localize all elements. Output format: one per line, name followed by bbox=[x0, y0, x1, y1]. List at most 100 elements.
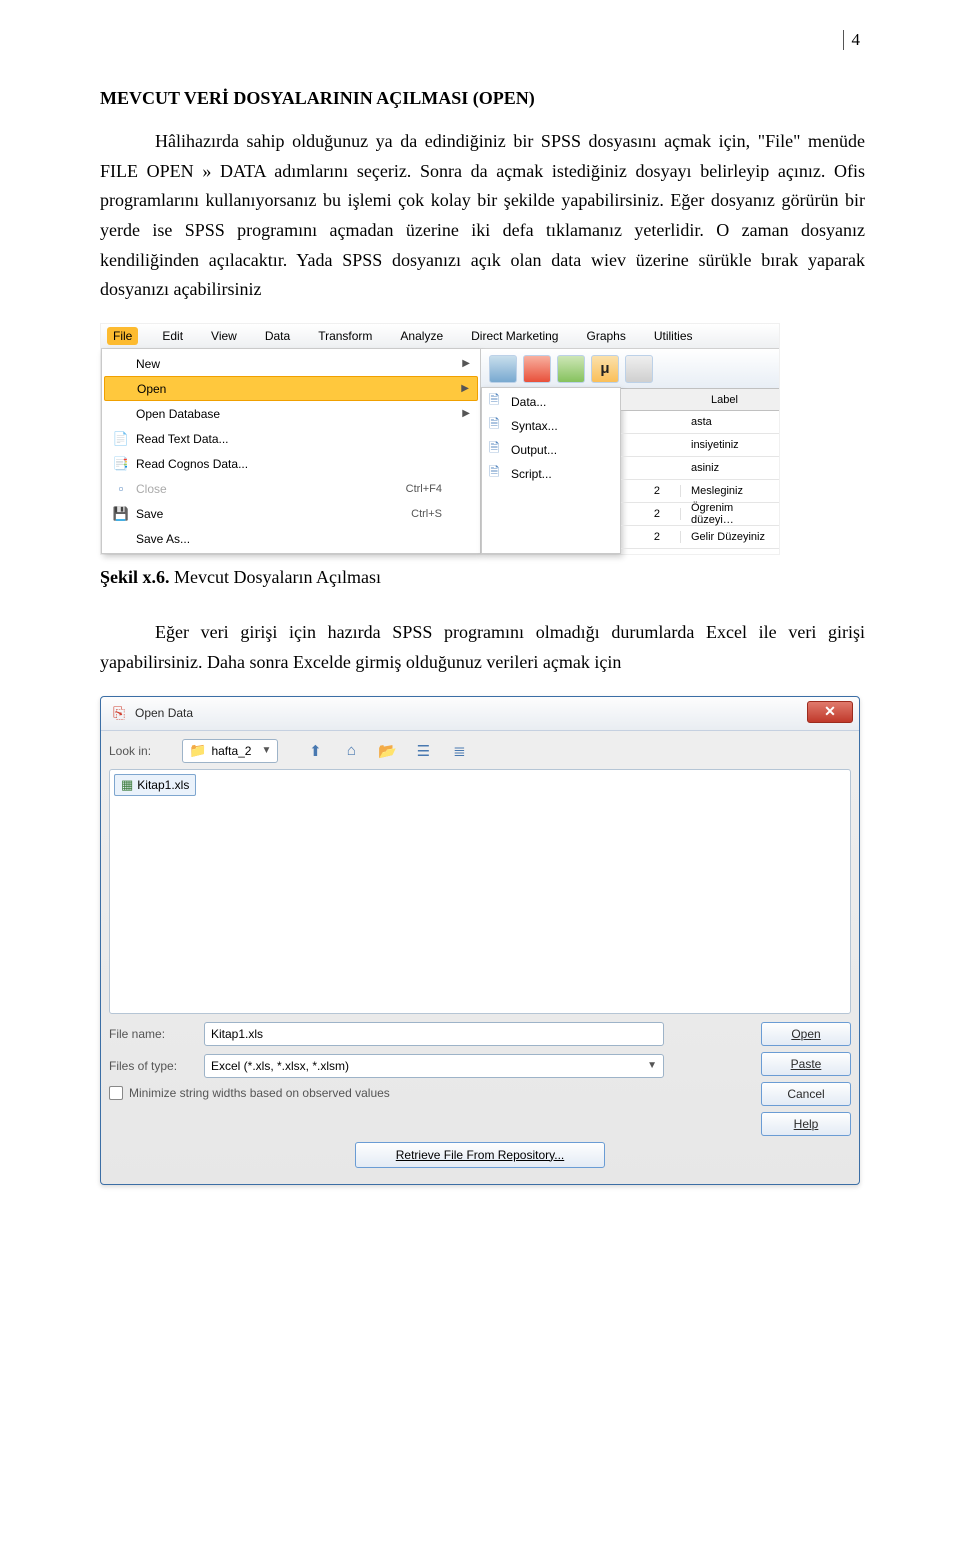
dialog-titlebar: ⎘ Open Data ✕ bbox=[101, 697, 859, 731]
menu-analyze[interactable]: Analyze bbox=[396, 327, 447, 345]
file-menu-open[interactable]: Open ▶ bbox=[104, 376, 478, 401]
figure-caption-lead: Şekil x.6. bbox=[100, 567, 170, 587]
home-icon[interactable]: ⌂ bbox=[340, 740, 362, 762]
file-item-label: Kitap1.xls bbox=[137, 778, 189, 792]
paragraph-2: Eğer veri girişi için hazırda SPSS progr… bbox=[100, 618, 865, 677]
filename-value: Kitap1.xls bbox=[211, 1027, 263, 1041]
arrow-right-icon: ▶ bbox=[462, 408, 470, 419]
up-folder-icon[interactable]: ⬆ bbox=[304, 740, 326, 762]
file-menu-saveas[interactable]: Save As... bbox=[104, 526, 478, 551]
filetype-label: Files of type: bbox=[109, 1059, 204, 1073]
file-icon: 🗎 bbox=[489, 415, 511, 437]
checkbox-icon[interactable] bbox=[109, 1086, 123, 1100]
file-icon: 🗎 bbox=[489, 391, 511, 413]
file-item-selected[interactable]: ▦ Kitap1.xls bbox=[114, 774, 196, 796]
new-folder-icon[interactable]: 📂 bbox=[376, 740, 398, 762]
file-menu-saveas-label: Save As... bbox=[132, 532, 472, 546]
file-menu-save-label: Save bbox=[132, 507, 411, 521]
file-menu-read-text[interactable]: 📄 Read Text Data... bbox=[104, 426, 478, 451]
filename-input[interactable]: Kitap1.xls bbox=[204, 1022, 664, 1046]
file-menu-readcognos-label: Read Cognos Data... bbox=[132, 457, 472, 471]
grid-row: 2Gelir Düzeyiniz bbox=[621, 526, 779, 549]
file-menu-open-database[interactable]: Open Database ▶ bbox=[104, 401, 478, 426]
grid-row: asta bbox=[621, 411, 779, 434]
retrieve-repo-button[interactable]: Retrieve File From Repository... bbox=[355, 1142, 605, 1168]
toolbar-open-icon[interactable] bbox=[489, 355, 517, 383]
cancel-button[interactable]: Cancel bbox=[761, 1082, 851, 1106]
spss-menu-screenshot: File Edit View Data Transform Analyze Di… bbox=[100, 323, 780, 555]
menu-view[interactable]: View bbox=[207, 327, 241, 345]
file-menu-close-shortcut: Ctrl+F4 bbox=[406, 483, 472, 495]
figure-caption: Şekil x.6. Mevcut Dosyaların Açılması bbox=[100, 567, 865, 588]
open-submenu-script[interactable]: 🗎 Script... bbox=[484, 462, 618, 486]
figure-caption-text: Mevcut Dosyaların Açılması bbox=[170, 567, 381, 587]
details-view-icon[interactable]: ≣ bbox=[448, 740, 470, 762]
open-submenu[interactable]: 🗎 Data... 🗎 Syntax... 🗎 Output... � bbox=[481, 387, 621, 554]
open-data-dialog: ⎘ Open Data ✕ Look in: 📁 hafta_2 ▼ ⬆ ⌂ 📂… bbox=[100, 696, 860, 1185]
open-submenu-syntax[interactable]: 🗎 Syntax... bbox=[484, 414, 618, 438]
open-submenu-script-label: Script... bbox=[511, 467, 552, 481]
file-menu-open-label: Open bbox=[133, 382, 471, 396]
grid-row: asiniz bbox=[621, 457, 779, 480]
close-button[interactable]: ✕ bbox=[807, 701, 853, 723]
paragraph-1: Hâlihazırda sahip olduğunuz ya da edindi… bbox=[100, 127, 865, 305]
menu-utilities[interactable]: Utilities bbox=[650, 327, 697, 345]
grid-row: insiyetiniz bbox=[621, 434, 779, 457]
help-button[interactable]: Help bbox=[761, 1112, 851, 1136]
arrow-right-icon: ▶ bbox=[461, 383, 469, 394]
open-submenu-data[interactable]: 🗎 Data... bbox=[484, 390, 618, 414]
file-menu-close-label: Close bbox=[132, 482, 406, 496]
menu-bar[interactable]: File Edit View Data Transform Analyze Di… bbox=[101, 324, 779, 349]
lookin-combo[interactable]: 📁 hafta_2 ▼ bbox=[182, 739, 278, 763]
filename-label: File name: bbox=[109, 1027, 204, 1041]
menu-edit[interactable]: Edit bbox=[158, 327, 187, 345]
file-menu-close: ▫ Close Ctrl+F4 bbox=[104, 476, 478, 501]
file-icon: 🗎 bbox=[489, 463, 511, 485]
excel-file-icon: ▦ bbox=[121, 777, 133, 793]
minimize-checkbox-row[interactable]: Minimize string widths based on observed… bbox=[109, 1086, 753, 1100]
grid-row: 2Mesleginiz bbox=[621, 480, 779, 503]
minimize-checkbox-label: Minimize string widths based on observed… bbox=[129, 1086, 390, 1100]
lookin-label: Look in: bbox=[109, 744, 174, 758]
filetype-value: Excel (*.xls, *.xlsx, *.xlsm) bbox=[211, 1059, 349, 1073]
menu-graphs[interactable]: Graphs bbox=[582, 327, 629, 345]
lookin-folder-name: hafta_2 bbox=[211, 744, 251, 758]
chevron-down-icon: ▼ bbox=[261, 745, 271, 756]
arrow-right-icon: ▶ bbox=[462, 358, 470, 369]
file-menu-read-cognos[interactable]: 📑 Read Cognos Data... bbox=[104, 451, 478, 476]
toolbar: μ bbox=[481, 349, 779, 389]
open-submenu-data-label: Data... bbox=[511, 395, 546, 409]
close-file-icon: ▫ bbox=[110, 481, 132, 496]
toolbar-binoculars-icon[interactable] bbox=[625, 355, 653, 383]
file-menu-save[interactable]: 💾 Save Ctrl+S bbox=[104, 501, 478, 526]
open-submenu-output-label: Output... bbox=[511, 443, 557, 457]
file-list[interactable]: ▦ Kitap1.xls bbox=[109, 769, 851, 1014]
toolbar-mu-icon[interactable]: μ bbox=[591, 355, 619, 383]
file-icon: 🗎 bbox=[489, 439, 511, 461]
open-button[interactable]: Open bbox=[761, 1022, 851, 1046]
file-dropdown-menu[interactable]: New ▶ Open ▶ Open Database ▶ 📄 Read Text… bbox=[101, 349, 481, 554]
open-submenu-syntax-label: Syntax... bbox=[511, 419, 558, 433]
toolbar-chart-icon[interactable] bbox=[557, 355, 585, 383]
file-menu-readtext-label: Read Text Data... bbox=[132, 432, 472, 446]
document-icon: 📄 bbox=[110, 431, 132, 447]
menu-transform[interactable]: Transform bbox=[314, 327, 376, 345]
menu-file[interactable]: File bbox=[107, 327, 138, 345]
file-menu-opendatabase-label: Open Database bbox=[132, 407, 472, 421]
menu-data[interactable]: Data bbox=[261, 327, 294, 345]
open-data-icon: ⎘ bbox=[109, 703, 129, 723]
section-heading: MEVCUT VERİ DOSYALARININ AÇILMASI (OPEN) bbox=[100, 88, 865, 109]
document-icon: 📑 bbox=[110, 456, 132, 472]
grid-header-label: Label bbox=[681, 394, 779, 406]
paste-button[interactable]: Paste bbox=[761, 1052, 851, 1076]
filetype-combo[interactable]: Excel (*.xls, *.xlsx, *.xlsm) ▼ bbox=[204, 1054, 664, 1078]
menu-direct-marketing[interactable]: Direct Marketing bbox=[467, 327, 562, 345]
grid-row: 2Ögrenim düzeyi… bbox=[621, 503, 779, 526]
list-view-icon[interactable]: ☰ bbox=[412, 740, 434, 762]
file-menu-new[interactable]: New ▶ bbox=[104, 351, 478, 376]
save-icon: 💾 bbox=[110, 506, 132, 522]
file-menu-save-shortcut: Ctrl+S bbox=[411, 508, 472, 520]
retrieve-repo-label: Retrieve File From Repository... bbox=[396, 1148, 565, 1162]
toolbar-stats-icon[interactable] bbox=[523, 355, 551, 383]
open-submenu-output[interactable]: 🗎 Output... bbox=[484, 438, 618, 462]
